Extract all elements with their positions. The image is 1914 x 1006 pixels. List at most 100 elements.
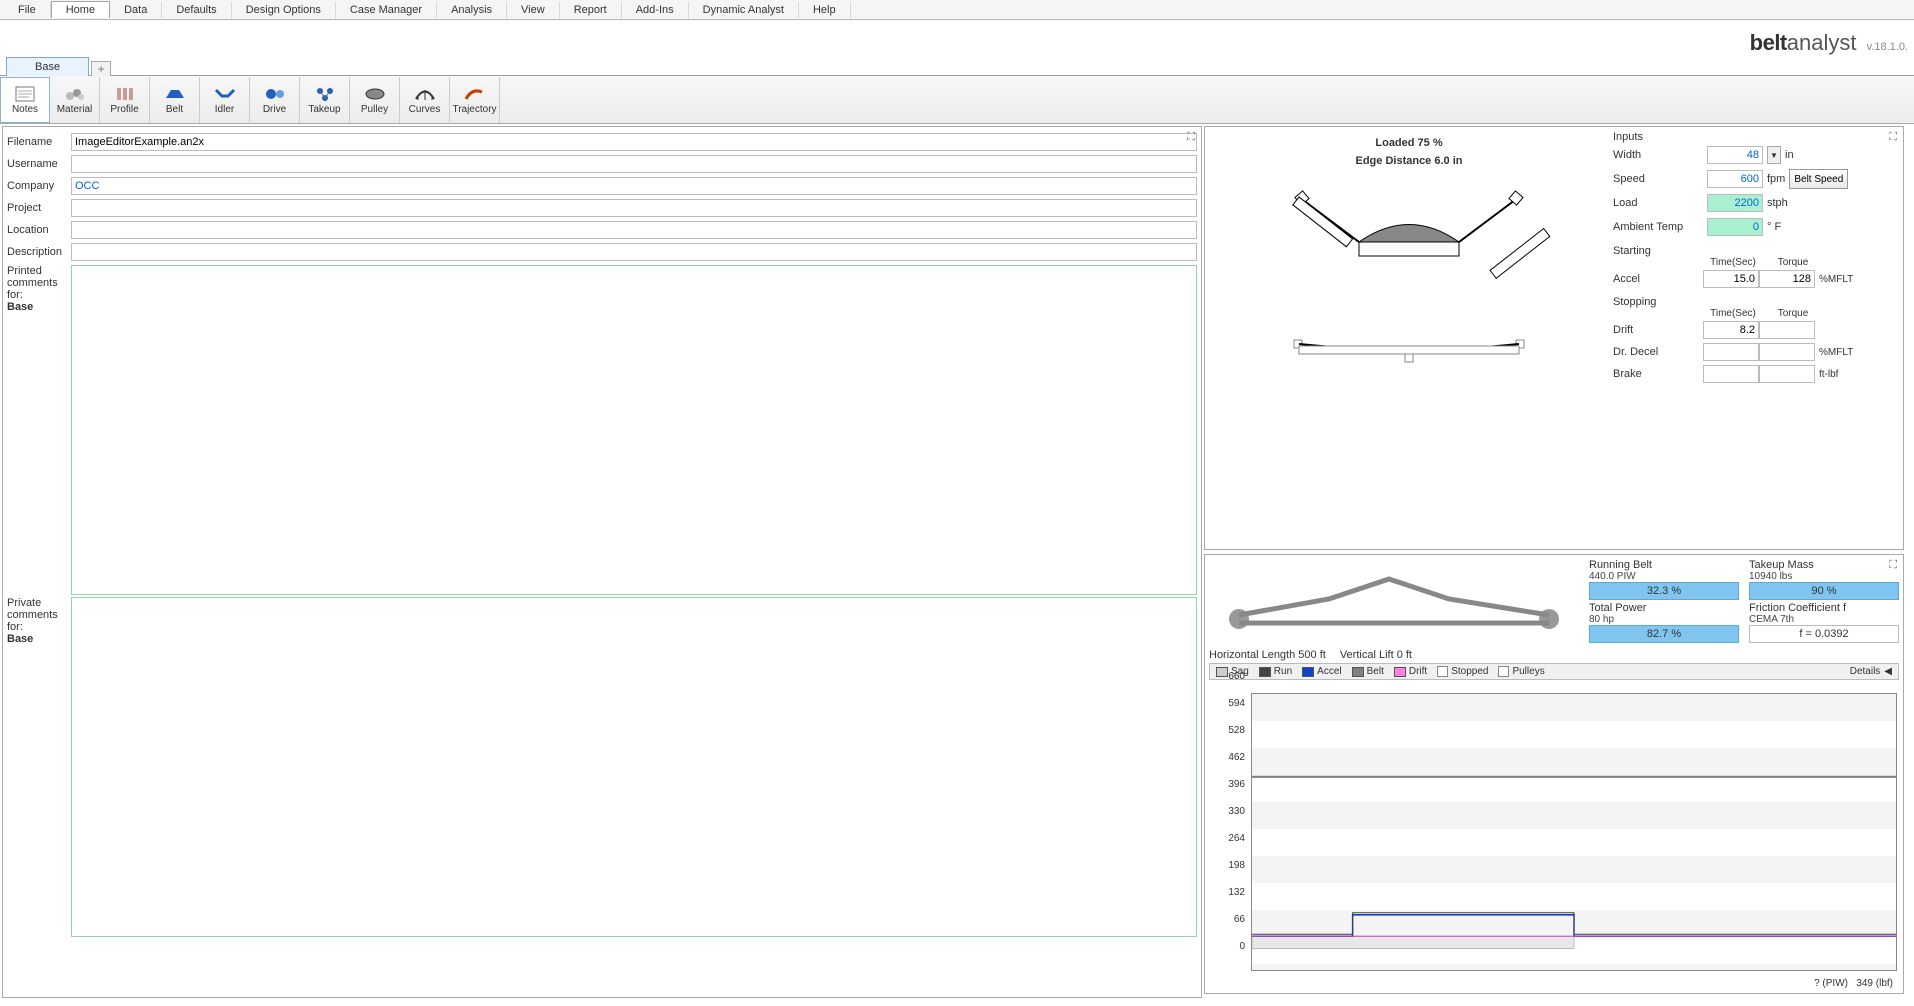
legend-pulleys[interactable]: Pulleys	[1498, 666, 1544, 677]
load-input[interactable]	[1707, 194, 1763, 212]
legend-details[interactable]: Details◀	[1850, 666, 1892, 677]
private-comments-label: Private comments for:Base	[7, 597, 71, 937]
drive-icon	[263, 84, 287, 104]
width-dropdown[interactable]: ▼	[1767, 146, 1781, 164]
tool-belt[interactable]: Belt	[150, 77, 200, 123]
username-label: Username	[7, 158, 71, 170]
expand-icon[interactable]: ⛶	[1889, 131, 1897, 144]
company-input[interactable]	[71, 177, 1197, 195]
brake-time-input[interactable]	[1703, 365, 1759, 383]
printed-comments-textarea[interactable]	[71, 265, 1197, 595]
menu-report[interactable]: Report	[560, 2, 622, 18]
total-power-bar: 82.7 %	[1589, 625, 1739, 643]
filename-input[interactable]	[71, 133, 1197, 151]
profile-icon	[113, 84, 137, 104]
location-input[interactable]	[71, 221, 1197, 239]
starting-header: Starting	[1613, 245, 1899, 257]
running-belt-bar: 32.3 %	[1589, 582, 1739, 600]
accel-time-input[interactable]	[1703, 270, 1759, 288]
menu-file[interactable]: File	[4, 2, 51, 18]
menu-design-options[interactable]: Design Options	[232, 2, 336, 18]
case-tab-strip: Base +	[0, 54, 1914, 76]
curves-icon	[413, 84, 437, 104]
tool-curves[interactable]: Curves	[400, 77, 450, 123]
project-input[interactable]	[71, 199, 1197, 217]
legend-accel[interactable]: Accel	[1302, 666, 1341, 677]
notes-icon	[13, 84, 37, 104]
chart-legend: Sag Run Accel Belt Drift Stopped Pulleys…	[1209, 663, 1899, 680]
right-column: ⛶ Loaded 75 % Edge Distance 6.0 in	[1204, 126, 1904, 998]
ambient-label: Ambient Temp	[1613, 221, 1703, 233]
takeup-icon	[313, 84, 337, 104]
material-icon	[63, 84, 87, 104]
inputs-header: Inputs	[1613, 131, 1899, 143]
tool-drive[interactable]: Drive	[250, 77, 300, 123]
menu-home[interactable]: Home	[51, 1, 110, 18]
company-label: Company	[7, 180, 71, 192]
ambient-input[interactable]	[1707, 218, 1763, 236]
inputs-block: Inputs Width ▼ in Speed fpm Belt Speed L…	[1609, 131, 1899, 545]
tool-takeup[interactable]: Takeup	[300, 77, 350, 123]
project-label: Project	[7, 202, 71, 214]
tool-idler[interactable]: Idler	[200, 77, 250, 123]
brake-label: Brake	[1613, 368, 1703, 380]
cross-section-panel: ⛶ Loaded 75 % Edge Distance 6.0 in	[1204, 126, 1904, 550]
username-input[interactable]	[71, 155, 1197, 173]
drift-time-input[interactable]	[1703, 321, 1759, 339]
y-axis: 660 594 528 462 396 330 264 198 132 66 0	[1209, 671, 1249, 968]
speed-input[interactable]	[1707, 170, 1763, 188]
expand-icon[interactable]: ⛶	[1889, 559, 1897, 572]
menu-help[interactable]: Help	[799, 2, 851, 18]
description-input[interactable]	[71, 243, 1197, 261]
drdecel-torque-input[interactable]	[1759, 343, 1815, 361]
menu-addins[interactable]: Add-Ins	[622, 2, 689, 18]
ribbon-toolbar: Notes Material Profile Belt Idler Drive …	[0, 76, 1914, 124]
location-label: Location	[7, 224, 71, 236]
tool-notes[interactable]: Notes	[0, 77, 50, 123]
legend-drift[interactable]: Drift	[1394, 666, 1427, 677]
chart-footer: ? (PIW) 349 (lbf)	[1814, 978, 1893, 989]
belt-speed-button[interactable]: Belt Speed	[1789, 169, 1848, 189]
friction-coeff-box: f = 0.0392	[1749, 625, 1899, 643]
menu-view[interactable]: View	[507, 2, 560, 18]
tab-base[interactable]: Base	[6, 57, 89, 76]
load-label: Load	[1613, 197, 1703, 209]
tool-pulley[interactable]: Pulley	[350, 77, 400, 123]
filename-label: Filename	[7, 136, 71, 148]
drdecel-time-input[interactable]	[1703, 343, 1759, 361]
plot-area[interactable]	[1251, 693, 1897, 971]
accel-torque-input[interactable]	[1759, 270, 1815, 288]
summary-panel: ⛶ Running Belt 440.0 PIW	[1204, 554, 1904, 994]
expand-icon[interactable]: ⛶	[1187, 131, 1195, 144]
description-label: Description	[7, 246, 71, 258]
tool-trajectory[interactable]: Trajectory	[450, 77, 500, 123]
menu-case-manager[interactable]: Case Manager	[336, 2, 437, 18]
legend-run[interactable]: Run	[1259, 666, 1292, 677]
return-diagram	[1259, 310, 1559, 390]
legend-stopped[interactable]: Stopped	[1437, 666, 1488, 677]
pulley-icon	[363, 84, 387, 104]
speed-label: Speed	[1613, 173, 1703, 185]
notes-panel: ⛶ Filename Username Company Project Loca…	[2, 126, 1202, 998]
tab-add[interactable]: +	[91, 61, 111, 76]
belt-icon	[163, 84, 187, 104]
width-label: Width	[1613, 149, 1703, 161]
brake-torque-input[interactable]	[1759, 365, 1815, 383]
printed-comments-label: Printed comments for:Base	[7, 265, 71, 595]
menu-data[interactable]: Data	[110, 2, 162, 18]
private-comments-textarea[interactable]	[71, 597, 1197, 937]
menu-defaults[interactable]: Defaults	[162, 2, 231, 18]
width-input[interactable]	[1707, 146, 1763, 164]
menu-analysis[interactable]: Analysis	[437, 2, 507, 18]
menu-dynamic-analyst[interactable]: Dynamic Analyst	[689, 2, 799, 18]
belt-profile-diagram	[1209, 559, 1589, 649]
brand-logo: beltanalyst v.18.1.0.	[1750, 30, 1908, 56]
tool-material[interactable]: Material	[50, 77, 100, 123]
takeup-mass-bar: 90 %	[1749, 582, 1899, 600]
drift-label: Drift	[1613, 324, 1703, 336]
stopping-header: Stopping	[1613, 296, 1899, 308]
tool-profile[interactable]: Profile	[100, 77, 150, 123]
drift-torque-input[interactable]	[1759, 321, 1815, 339]
trajectory-icon	[463, 84, 487, 104]
legend-belt[interactable]: Belt	[1352, 666, 1384, 677]
